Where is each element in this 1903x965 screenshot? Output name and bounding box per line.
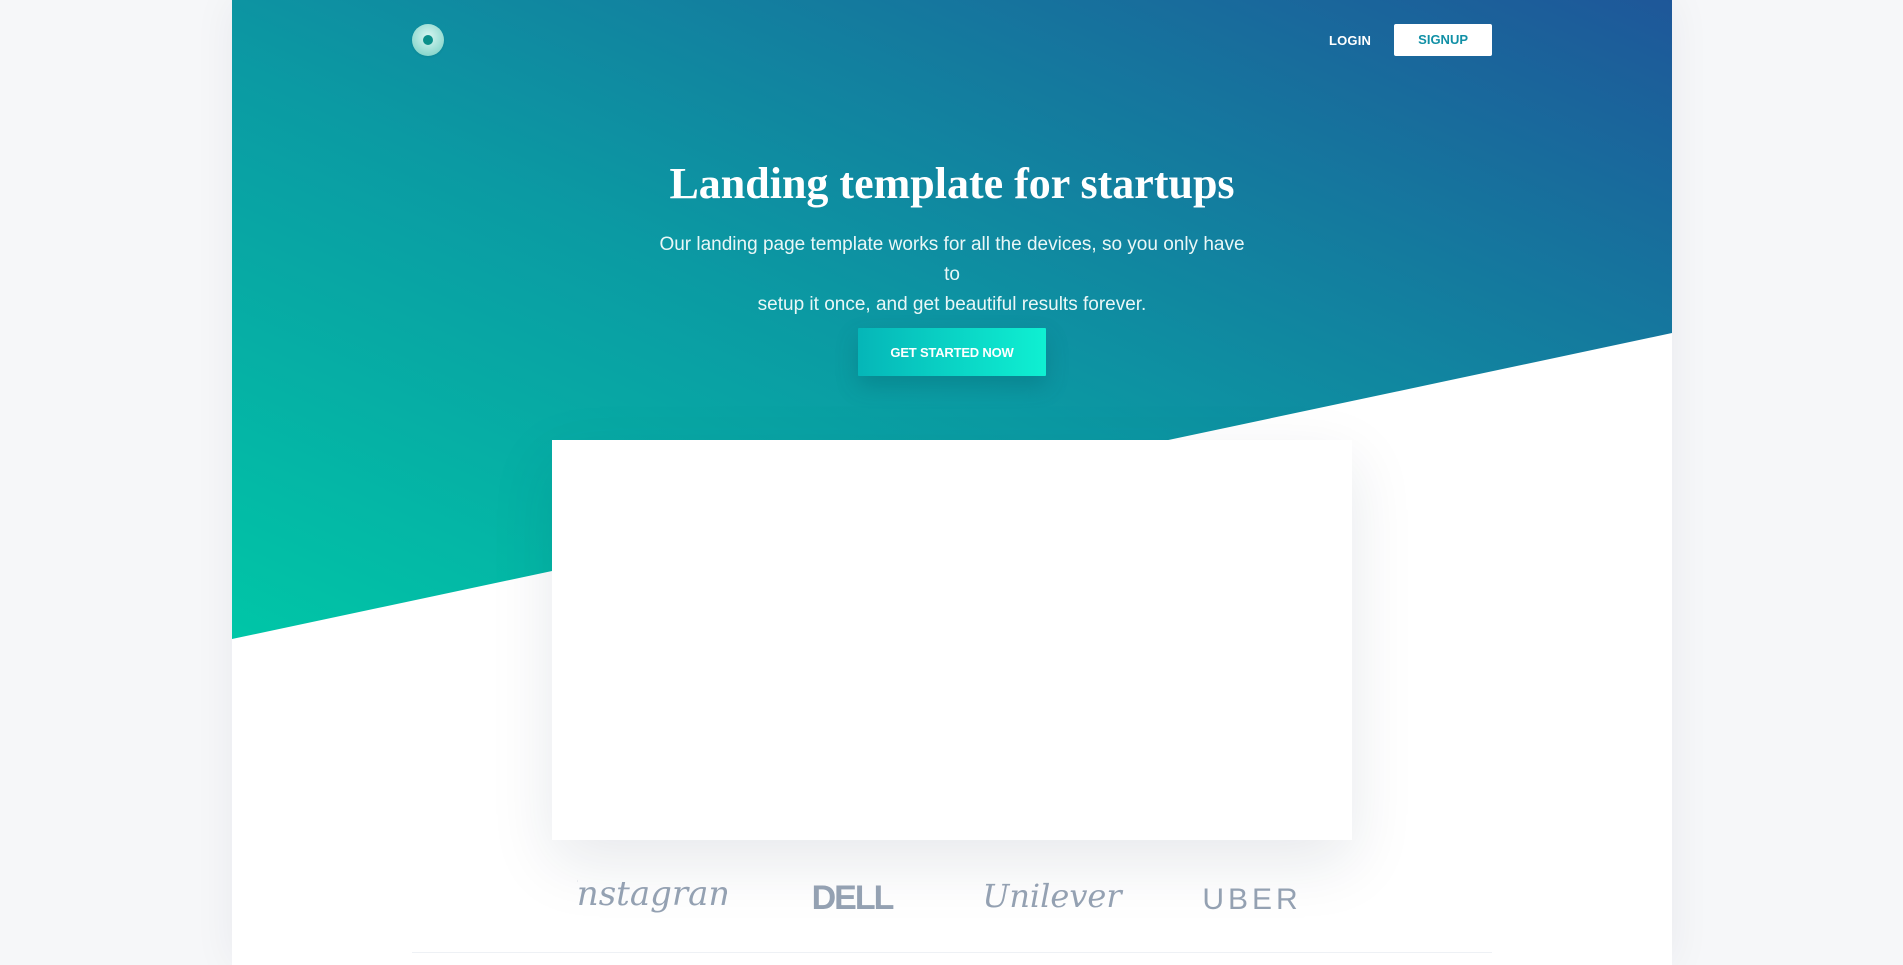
hero-paragraph: Our landing page template works for all … — [652, 230, 1252, 320]
login-link[interactable]: LOGIN — [1329, 33, 1371, 48]
unilever-wordmark: Unilever — [982, 877, 1123, 915]
hero-title: Landing template for startups — [669, 159, 1235, 208]
hero-media-placeholder — [552, 440, 1352, 840]
client-logo-dell: DELL — [752, 866, 952, 926]
signup-button[interactable]: SIGNUP — [1394, 24, 1492, 56]
instagram-wordmark: Instagram — [577, 874, 727, 914]
header-nav: LOGIN SIGNUP — [1329, 24, 1492, 56]
client-logo-uber: UBER — [1152, 866, 1352, 926]
get-started-button[interactable]: GET STARTED NOW — [858, 328, 1046, 376]
hero-paragraph-line-1: Our landing page template works for all … — [659, 234, 1245, 285]
logo-dot — [423, 35, 433, 45]
uber-wordmark: UBER — [1202, 883, 1301, 916]
clients-logo-strip: Instagram DELL Unilever UBER — [412, 840, 1492, 953]
client-logo-instagram: Instagram — [552, 866, 752, 926]
client-logo-unilever: Unilever — [952, 866, 1152, 926]
dell-wordmark: DELL — [812, 879, 894, 917]
logo-icon[interactable] — [412, 24, 444, 56]
page: LOGIN SIGNUP Landing template for startu… — [232, 0, 1672, 965]
hero-paragraph-line-2: setup it once, and get beautiful results… — [757, 294, 1147, 315]
